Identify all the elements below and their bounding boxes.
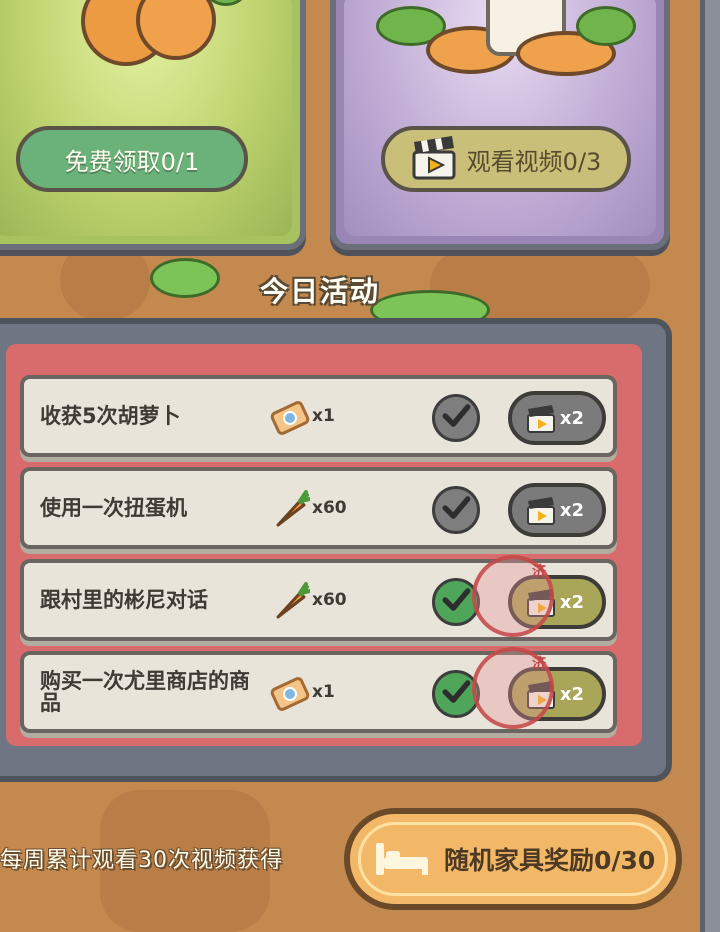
multiplier-label: x2	[559, 407, 584, 429]
watch-video-button[interactable]: 观看视频0/3	[381, 126, 631, 192]
task-label: 使用一次扭蛋机	[40, 496, 187, 520]
claim-check-button[interactable]	[432, 394, 480, 442]
carrot-icon	[270, 489, 312, 529]
checkmark-icon	[438, 674, 474, 714]
clapperboard-icon	[526, 496, 556, 531]
free-claim-card: 免费领取0/1	[0, 0, 306, 250]
clapperboard-icon	[526, 404, 556, 439]
section-title: 今日活动	[259, 275, 380, 308]
stamp-character: 济	[532, 656, 546, 672]
task-row: 跟村里的彬尼对话 x60 x2 济	[20, 555, 617, 641]
watch-video-label: 观看视频0/3	[466, 147, 602, 176]
reward-quantity: x60	[312, 590, 347, 610]
stamp-character: 济	[532, 564, 546, 580]
background-trunk	[60, 240, 150, 320]
right-frame-edge	[700, 0, 720, 932]
carrot-icon	[270, 581, 312, 621]
reward-quantity: x1	[312, 406, 335, 426]
completed-stamp-icon: 济	[472, 647, 554, 729]
task-label: 购买一次尤里商店的商品	[40, 669, 250, 715]
claim-check-button[interactable]	[432, 486, 480, 534]
task-row: 购买一次尤里商店的商品 x1 x2 济	[20, 647, 617, 733]
clapperboard-icon	[412, 136, 456, 180]
ticket-icon	[270, 673, 310, 713]
bed-icon	[376, 843, 428, 875]
weekly-description: 每周累计观看30次视频获得	[0, 848, 283, 873]
furniture-reward-button[interactable]: 随机家具奖励0/30	[344, 808, 682, 910]
task-row: 收获5次胡萝卜 x1 x2	[20, 375, 617, 457]
free-claim-label: 免费领取0/1	[64, 147, 200, 176]
ticket-icon	[270, 397, 310, 437]
task-row: 使用一次扭蛋机 x60 x2	[20, 467, 617, 549]
leaf-decoration	[150, 258, 220, 298]
checkmark-icon	[438, 398, 474, 438]
double-reward-video-button[interactable]: x2	[508, 483, 606, 537]
reward-quantity: x60	[312, 498, 347, 518]
furniture-reward-label: 随机家具奖励0/30	[444, 846, 656, 875]
free-claim-button[interactable]: 免费领取0/1	[16, 126, 248, 192]
reward-quantity: x1	[312, 682, 335, 702]
double-reward-video-button[interactable]: x2	[508, 391, 606, 445]
task-label: 收获5次胡萝卜	[40, 404, 181, 428]
watch-video-card: 观看视频0/3	[330, 0, 670, 250]
multiplier-label: x2	[559, 683, 584, 705]
checkmark-icon	[438, 582, 474, 622]
checkmark-icon	[438, 490, 474, 530]
multiplier-label: x2	[559, 499, 584, 521]
task-label: 跟村里的彬尼对话	[40, 588, 208, 612]
multiplier-label: x2	[559, 591, 584, 613]
completed-stamp-icon: 济	[472, 555, 554, 637]
